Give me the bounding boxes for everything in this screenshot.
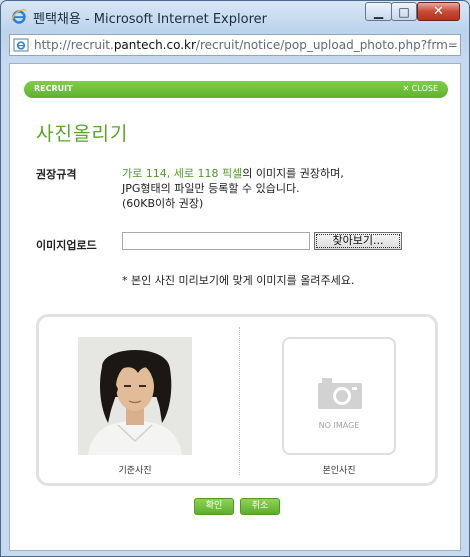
address-url: http://recruit.pantech.co.kr/recruit/not… [34, 38, 458, 52]
address-bar[interactable]: http://recruit.pantech.co.kr/recruit/not… [9, 34, 461, 56]
upload-note: * 본인 사진 미리보기에 맞게 이미지를 올려주세요. [122, 274, 355, 287]
minimize-button[interactable]: ▁ [365, 2, 392, 21]
photo-preview-box: 기준사진 NO IMAGE 본인사진 [36, 314, 438, 486]
ie-logo-icon [11, 9, 27, 24]
my-photo-placeholder: NO IMAGE [282, 337, 396, 455]
page-content: RECRUIT ✕ CLOSE 사진올리기 권장규격 가로 114, 세로 11… [9, 63, 461, 551]
spec-line-2: JPG형태의 파일만 등록할 수 있습니다. [122, 182, 300, 195]
spec-label: 권장규격 [36, 168, 77, 181]
title-bar[interactable]: 펜택채용 - Microsoft Internet Explorer ▁ □ ✕ [1, 1, 469, 31]
window-title: 펜택채용 - Microsoft Internet Explorer [33, 12, 267, 27]
maximize-button[interactable]: □ [391, 2, 417, 21]
sample-photo-image [78, 337, 192, 455]
spec-line-3: (60KB이하 권장) [122, 197, 204, 210]
spec-line-1-rest: 의 이미지를 권장하며, [242, 167, 344, 180]
no-image-text: NO IMAGE [318, 421, 360, 430]
spec-line-1: 가로 114, 세로 118 픽셀의 이미지를 권장하며, [122, 166, 344, 181]
cancel-button[interactable]: 취소 [240, 498, 280, 515]
header-close-link[interactable]: ✕ CLOSE [403, 84, 438, 93]
page-icon [13, 38, 29, 52]
close-window-button[interactable]: ✕ [417, 2, 460, 21]
my-photo-caption: 본인사진 [322, 466, 356, 476]
maximize-icon: □ [398, 5, 410, 19]
confirm-button[interactable]: 확인 [194, 498, 234, 515]
header-bar: RECRUIT ✕ CLOSE [24, 81, 448, 98]
camera-icon [318, 378, 362, 409]
address-domain: pantech.co.kr [113, 38, 196, 52]
browse-button[interactable]: 찾아보기... [314, 232, 402, 250]
browser-window: 펜택채용 - Microsoft Internet Explorer ▁ □ ✕… [0, 0, 470, 557]
file-path-input[interactable] [122, 232, 310, 250]
header-label: RECRUIT [34, 84, 73, 93]
spec-highlight: 가로 114, 세로 118 픽셀 [122, 167, 243, 180]
spec-description: 가로 114, 세로 118 픽셀의 이미지를 권장하며, JPG형태의 파일만… [122, 166, 344, 211]
sample-photo [78, 337, 192, 455]
minimize-icon: ▁ [373, 5, 384, 19]
close-icon: ✕ [433, 4, 444, 19]
page-title: 사진올리기 [36, 123, 129, 145]
address-prefix: http://recruit. [34, 38, 114, 52]
upload-label: 이미지업로드 [36, 239, 97, 252]
preview-divider [239, 327, 240, 475]
address-suffix: /recruit/notice/pop_upload_photo.php?frm… [195, 38, 458, 52]
sample-photo-caption: 기준사진 [118, 466, 152, 476]
